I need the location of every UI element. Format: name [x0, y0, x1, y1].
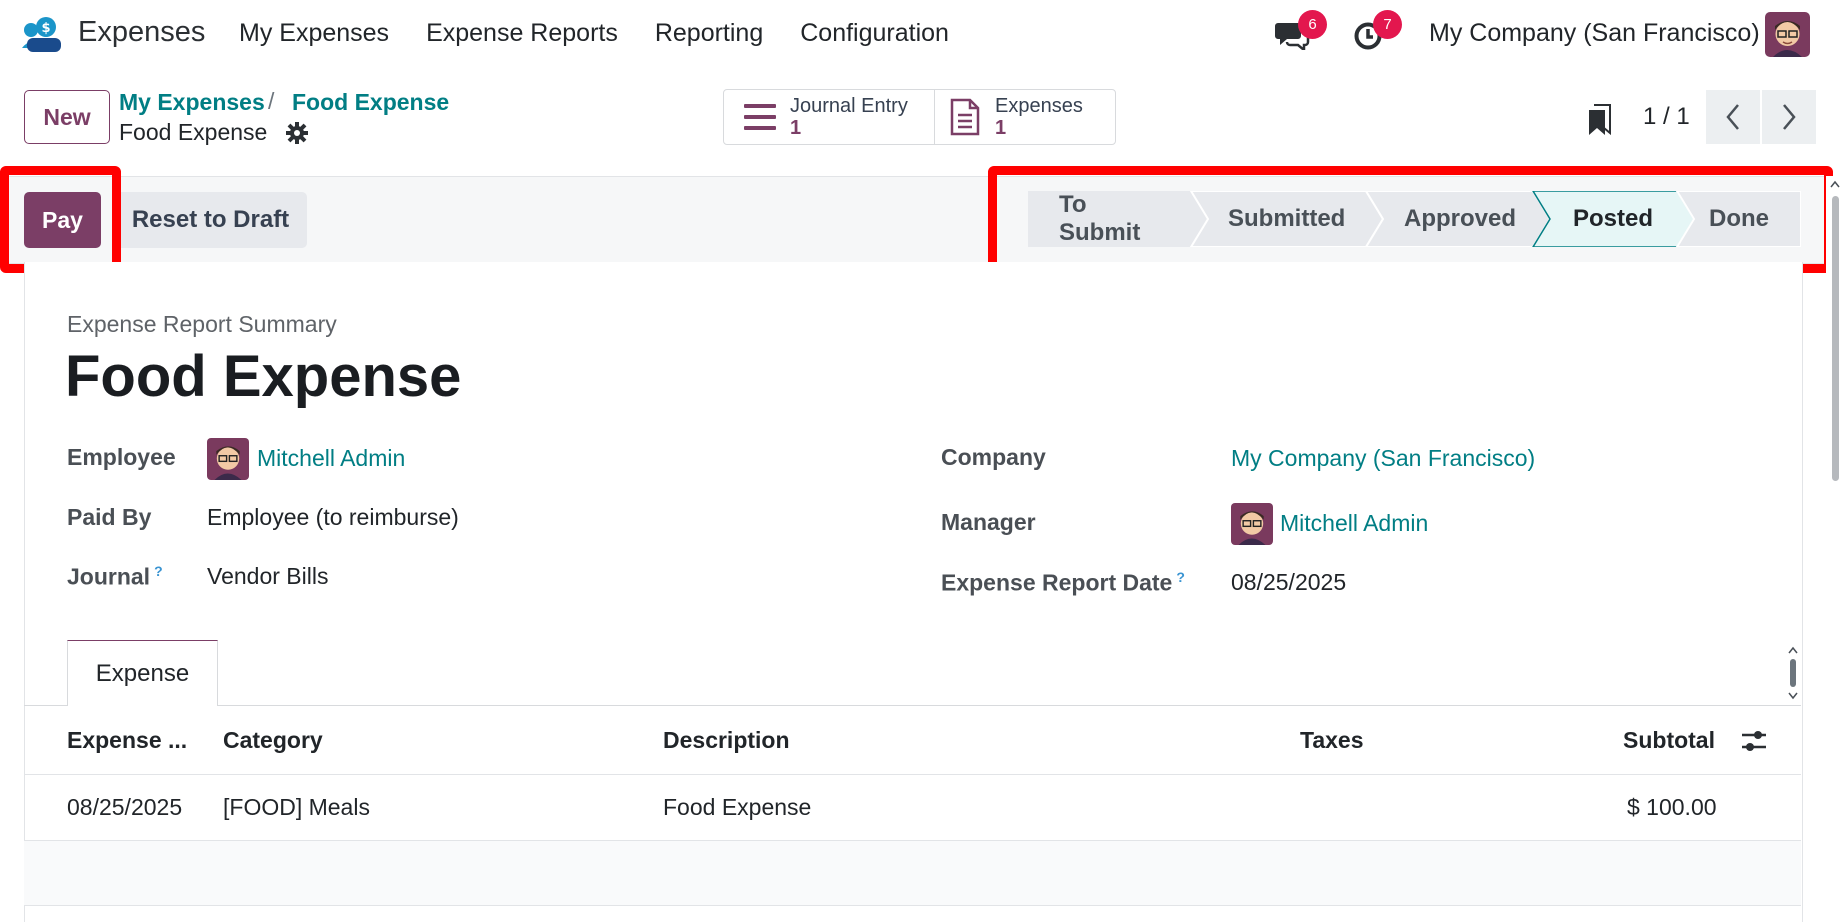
pager-value[interactable]: 1 / 1 — [1643, 103, 1690, 131]
tab-scroll-icon[interactable] — [1787, 645, 1799, 701]
manager-avatar-icon — [1231, 503, 1273, 545]
scroll-up-icon[interactable] — [1830, 180, 1840, 188]
pay-button[interactable]: Pay — [24, 192, 101, 248]
expenses-count: 1 — [995, 117, 1007, 139]
bookmark-icon[interactable] — [1588, 104, 1612, 136]
form-title[interactable]: Food Expense — [65, 343, 461, 410]
tab-expense[interactable]: Expense — [67, 640, 218, 706]
page-scrollbar-thumb[interactable] — [1832, 196, 1839, 481]
manager-avatar — [1231, 503, 1273, 545]
chevron-left-icon — [1726, 104, 1739, 130]
messages-count-badge: 6 — [1298, 10, 1327, 39]
breadcrumb-my-expenses[interactable]: My Expenses — [119, 89, 265, 116]
column-header-taxes[interactable]: Taxes — [1300, 727, 1364, 754]
date-help-icon[interactable]: ? — [1176, 569, 1185, 585]
smart-buttons: Journal Entry 1 Expenses 1 — [723, 89, 1116, 145]
document-icon — [950, 98, 980, 136]
empty-table-row — [24, 841, 1801, 905]
list-icon — [744, 104, 776, 130]
user-avatar[interactable] — [1765, 12, 1810, 57]
journal-label-text: Journal — [67, 563, 151, 590]
expenses-smart-button[interactable]: Expenses 1 — [935, 90, 1115, 144]
company-label: Company — [941, 444, 1046, 470]
current-record-name: Food Expense — [119, 119, 268, 145]
company-switcher[interactable]: My Company (San Francisco) — [1429, 19, 1760, 48]
new-button[interactable]: New — [24, 90, 110, 144]
column-header-expense-date[interactable]: Expense ... — [67, 727, 187, 754]
menu-configuration[interactable]: Configuration — [800, 19, 949, 48]
expense-report-date-label-text: Expense Report Date — [941, 569, 1173, 596]
employee-avatar — [207, 438, 249, 480]
cell-description[interactable]: Food Expense — [663, 794, 811, 821]
expense-report-date-label: Expense Report Date? — [941, 569, 1185, 597]
tabs-underline — [24, 705, 1801, 706]
gear-icon[interactable] — [285, 121, 309, 145]
expenses-label: Expenses — [995, 95, 1083, 117]
cell-subtotal[interactable]: $ 100.00 — [1627, 794, 1717, 821]
column-header-category[interactable]: Category — [223, 727, 323, 754]
menu-reporting[interactable]: Reporting — [655, 19, 763, 48]
menu-my-expenses[interactable]: My Expenses — [239, 19, 389, 48]
user-avatar-icon — [1765, 12, 1810, 57]
svg-text:$: $ — [41, 21, 50, 36]
employee-label: Employee — [67, 444, 176, 470]
stage-done[interactable]: Done — [1709, 191, 1769, 247]
column-header-description[interactable]: Description — [663, 727, 790, 754]
table-header-divider — [24, 774, 1801, 775]
paid-by-field[interactable]: Employee (to reimburse) — [207, 504, 459, 531]
company-field[interactable]: My Company (San Francisco) — [1231, 445, 1535, 472]
cell-category[interactable]: [FOOD] Meals — [223, 794, 370, 821]
journal-entry-label: Journal Entry — [790, 95, 908, 117]
stage-to-submit[interactable]: To Submit — [1059, 191, 1140, 247]
manager-label: Manager — [941, 509, 1036, 535]
pager-previous-button[interactable] — [1706, 90, 1760, 144]
journal-entry-count: 1 — [790, 117, 802, 139]
reset-to-draft-button[interactable]: Reset to Draft — [114, 192, 307, 248]
breadcrumb-separator: / — [268, 88, 275, 114]
employee-avatar-icon — [207, 438, 249, 480]
paid-by-label: Paid By — [67, 504, 152, 530]
journal-field[interactable]: Vendor Bills — [207, 563, 328, 590]
breadcrumb-food-expense[interactable]: Food Expense — [292, 89, 449, 116]
expenses-app-icon[interactable]: $ — [21, 16, 63, 54]
stage-posted[interactable]: Posted — [1573, 191, 1653, 247]
employee-field[interactable]: Mitchell Admin — [257, 445, 405, 472]
top-navbar: $ Expenses My Expenses Expense Reports R… — [0, 0, 1843, 70]
column-settings-icon[interactable] — [1741, 728, 1767, 754]
journal-label: Journal? — [67, 563, 163, 591]
stage-submitted[interactable]: Submitted — [1228, 191, 1345, 247]
column-header-subtotal[interactable]: Subtotal — [1623, 727, 1715, 754]
main-menu: My Expenses Expense Reports Reporting Co… — [239, 19, 986, 48]
chevron-right-icon — [1783, 104, 1796, 130]
cell-expense-date[interactable]: 08/25/2025 — [67, 794, 182, 821]
menu-expense-reports[interactable]: Expense Reports — [426, 19, 618, 48]
form-subtitle: Expense Report Summary — [67, 311, 337, 337]
stage-approved[interactable]: Approved — [1404, 191, 1516, 247]
pager-next-button[interactable] — [1762, 90, 1816, 144]
journal-entry-smart-button[interactable]: Journal Entry 1 — [724, 90, 934, 144]
expense-report-date-field[interactable]: 08/25/2025 — [1231, 569, 1346, 596]
manager-field[interactable]: Mitchell Admin — [1280, 510, 1428, 537]
app-name[interactable]: Expenses — [78, 16, 205, 49]
journal-help-icon[interactable]: ? — [154, 563, 163, 579]
activities-count-badge: 7 — [1373, 10, 1402, 39]
table-row-divider — [24, 905, 1801, 906]
